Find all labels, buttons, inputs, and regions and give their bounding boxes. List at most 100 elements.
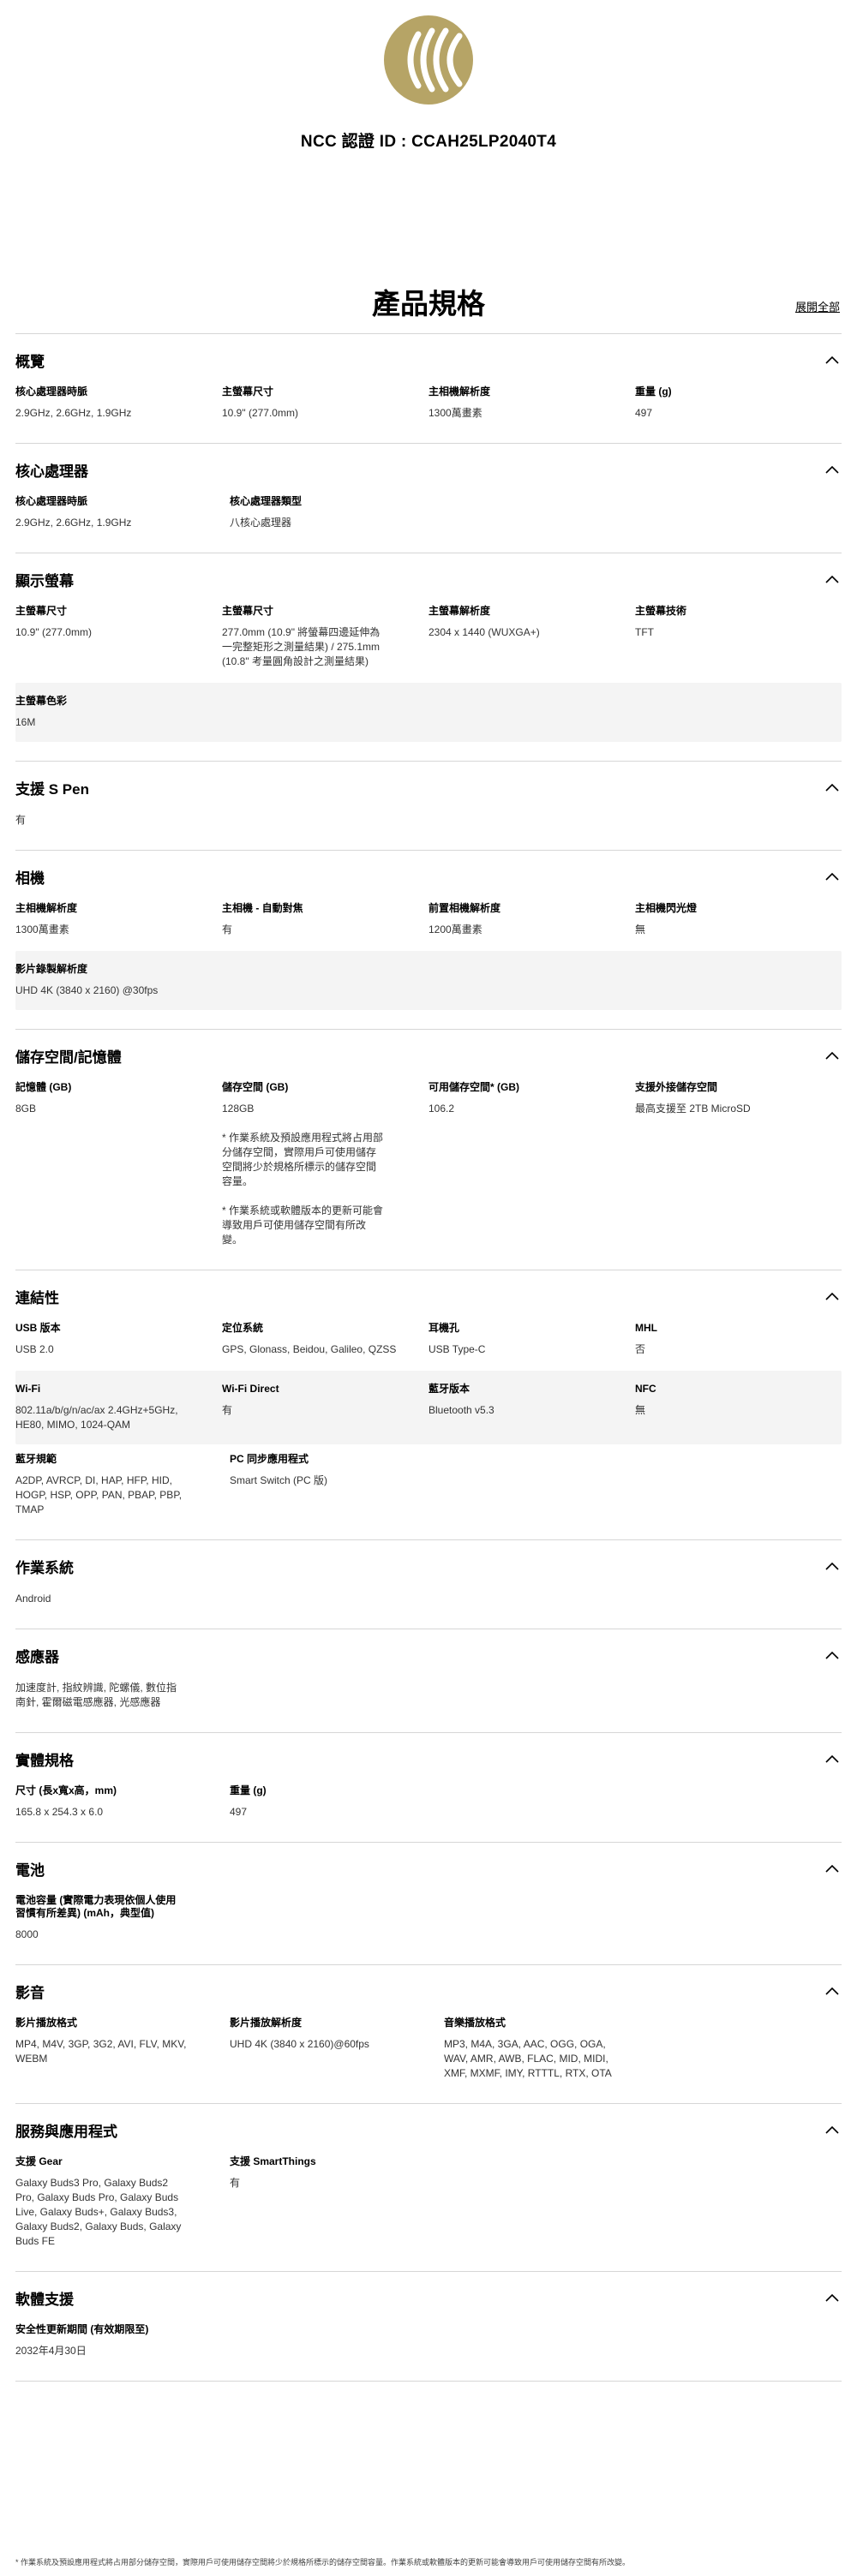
chevron-up-icon[interactable]	[823, 778, 842, 797]
spec-row: 影片播放格式 MP4, M4V, 3GP, 3G2, AVI, FLV, MKV,…	[15, 2017, 842, 2093]
spec-value: 802.11a/b/g/n/ac/ax 2.4GHz+5GHz, HE80, M…	[15, 1404, 178, 1431]
spec-value: 有	[222, 923, 233, 935]
spec-label: 重量 (g)	[635, 386, 672, 397]
chevron-up-icon[interactable]	[823, 1646, 842, 1665]
spec-value: TFT	[635, 626, 654, 638]
spec-item: USB 版本 USB 2.0	[15, 1322, 222, 1357]
spec-label: 主螢幕尺寸	[15, 605, 68, 617]
section-title: 核心處理器	[15, 463, 88, 480]
spec-row: Android	[15, 1592, 842, 1618]
spec-section: 影音影片播放格式 MP4, M4V, 3GP, 3G2, AVI, FLV, MK…	[15, 1965, 842, 2104]
spec-value: 165.8 x 254.3 x 6.0	[15, 1806, 104, 1818]
section-toggle[interactable]: 電池	[15, 1843, 842, 1894]
spec-row: 核心處理器時脈 2.9GHz, 2.6GHz, 1.9GHz 主螢幕尺寸 10.9" …	[15, 386, 842, 433]
footnote: * 作業系統及預設應用程式將占用部分儲存空間，實際用戶可使用儲存空間將少於規格所…	[15, 2558, 631, 2567]
section-toggle[interactable]: 支援 S Pen	[15, 762, 842, 813]
section-toggle[interactable]: 軟體支援	[15, 2272, 842, 2323]
section-toggle[interactable]: 顯示螢幕	[15, 553, 842, 605]
spec-label: 藍牙版本	[428, 1383, 470, 1395]
spec-label: 主螢幕技術	[635, 605, 687, 617]
spec-value: 2304 x 1440 (WUXGA+)	[428, 626, 540, 638]
chevron-up-icon[interactable]	[823, 570, 842, 589]
spec-label: 記憶體 (GB)	[15, 1081, 72, 1093]
section-toggle[interactable]: 感應器	[15, 1629, 842, 1681]
ncc-banner: NCC 認證 ID : CCAH25LP2040T4	[0, 0, 857, 206]
spec-item: MHL 否	[635, 1322, 842, 1357]
spec-value: 有	[222, 1404, 233, 1416]
spec-label: USB 版本	[15, 1322, 61, 1334]
spec-value: USB 2.0	[15, 1343, 54, 1355]
section-title: 影音	[15, 1984, 45, 2001]
spec-section: 概覽 核心處理器時脈 2.9GHz, 2.6GHz, 1.9GHz 主螢幕尺寸 10.9…	[15, 334, 842, 444]
spec-section: 服務與應用程式 支援 Gear Galaxy Buds3 Pro, Galaxy B…	[15, 2104, 842, 2272]
spec-item: 安全性更新期間 (有效期限至) 2032年4月30日	[15, 2323, 230, 2358]
spec-value: 2.9GHz, 2.6GHz, 1.9GHz	[15, 407, 132, 419]
spec-value: 16M	[15, 716, 36, 728]
spec-item: 支援外接儲存空間 最高支援至 2TB MicroSD	[635, 1081, 842, 1247]
section-toggle[interactable]: 服務與應用程式	[15, 2104, 842, 2155]
chevron-up-icon[interactable]	[823, 1749, 842, 1768]
spec-item: 核心處理器時脈 2.9GHz, 2.6GHz, 1.9GHz	[15, 386, 222, 421]
spec-value: 無	[635, 1404, 646, 1416]
section-toggle[interactable]: 實體規格	[15, 1733, 842, 1784]
spec-value: UHD 4K (3840 x 2160)@60fps	[230, 2038, 369, 2050]
spec-sections: 概覽 核心處理器時脈 2.9GHz, 2.6GHz, 1.9GHz 主螢幕尺寸 10.9…	[0, 334, 857, 2382]
spec-value: GPS, Glonass, Beidou, Galileo, QZSS	[222, 1343, 397, 1355]
spec-item: 尺寸 (長x寬x高，mm) 165.8 x 254.3 x 6.0	[15, 1784, 230, 1820]
section-toggle[interactable]: 儲存空間/記憶體	[15, 1030, 842, 1081]
section-toggle[interactable]: 作業系統	[15, 1540, 842, 1592]
spec-item: 主相機 - 自動對焦有	[222, 902, 428, 937]
chevron-up-icon[interactable]	[823, 1981, 842, 2000]
spec-label: 藍牙規範	[15, 1453, 57, 1465]
section-body: 電池容量 (實際電力表現依個人使用 習慣有所差異) (mAh，典型值) 8000	[15, 1894, 842, 1964]
chevron-up-icon[interactable]	[823, 350, 842, 369]
expand-all-link[interactable]: 展開全部	[795, 298, 840, 314]
chevron-up-icon[interactable]	[823, 1287, 842, 1306]
chevron-up-icon[interactable]	[823, 1046, 842, 1065]
section-toggle[interactable]: 概覽	[15, 334, 842, 386]
spec-item: 影片錄製解析度 UHD 4K (3840 x 2160) @30fps	[15, 963, 230, 998]
spec-value: 10.9" (277.0mm)	[15, 626, 92, 638]
chevron-up-icon[interactable]	[823, 2288, 842, 2307]
spec-section: 電池 電池容量 (實際電力表現依個人使用 習慣有所差異) (mAh，典型值) 800…	[15, 1843, 842, 1965]
spec-item: Wi-Fi Direct 有	[222, 1383, 428, 1432]
section-body: 主相機解析度 1300萬畫素 主相機 - 自動對焦有前置相機解析度 1200萬畫素 主相…	[15, 902, 842, 1029]
spec-value: 277.0mm (10.9" 將螢幕四邊延伸為 一完整矩形之測量結果) / 27…	[222, 626, 381, 667]
spec-label: 支援 Gear	[15, 2155, 63, 2167]
section-toggle[interactable]: 相機	[15, 851, 842, 902]
spec-page: NCC 認證 ID : CCAH25LP2040T4 產品規格 展開全部 概覽核…	[0, 0, 857, 2576]
spec-section: 相機 主相機解析度 1300萬畫素 主相機 - 自動對焦有前置相機解析度 1200萬畫素…	[15, 851, 842, 1030]
spec-section: 軟體支援安全性更新期間 (有效期限至) 2032年4月30日	[15, 2272, 842, 2382]
chevron-up-icon[interactable]	[823, 1557, 842, 1575]
spec-label: 主相機解析度	[15, 902, 78, 914]
spec-section: 實體規格 尺寸 (長x寬x高，mm) 165.8 x 254.3 x 6.0 重量 (…	[15, 1733, 842, 1843]
spec-item: 音樂播放格式 MP3, M4A, 3GA, AAC, OGG, OGA, WAV,…	[444, 2017, 658, 2081]
spec-row: USB 版本 USB 2.0 定位系統 GPS, Glonass, Beidou, G…	[15, 1322, 842, 1369]
chevron-up-icon[interactable]	[823, 2120, 842, 2139]
spec-value: 106.2	[428, 1103, 455, 1115]
section-toggle[interactable]: 核心處理器	[15, 444, 842, 495]
section-toggle[interactable]: 連結性	[15, 1270, 842, 1322]
section-body: 核心處理器時脈 2.9GHz, 2.6GHz, 1.9GHz 核心處理器類型 八核心處…	[15, 495, 842, 553]
spec-item: 主相機解析度 1300萬畫素	[15, 902, 222, 937]
spec-label: 音樂播放格式	[444, 2017, 506, 2029]
spec-row: 記憶體 (GB) 8GB 儲存空間 (GB) 128GB * 作業系統及預設應用程式將…	[15, 1081, 842, 1259]
chevron-up-icon[interactable]	[823, 867, 842, 886]
section-title: 服務與應用程式	[15, 2123, 117, 2140]
spec-value: 497	[635, 407, 653, 419]
spec-section: 儲存空間/記憶體 記憶體 (GB) 8GB 儲存空間 (GB) 128GB * 作業系統…	[15, 1030, 842, 1270]
spec-item: 核心處理器類型 八核心處理器	[230, 495, 444, 530]
section-title: 實體規格	[15, 1752, 74, 1769]
section-title: 軟體支援	[15, 2291, 74, 2308]
section-title: 顯示螢幕	[15, 572, 74, 589]
section-toggle[interactable]: 影音	[15, 1965, 842, 2017]
spec-item: 核心處理器時脈 2.9GHz, 2.6GHz, 1.9GHz	[15, 495, 230, 530]
spec-row: 主螢幕色彩 16M	[15, 683, 842, 742]
chevron-up-icon[interactable]	[823, 1859, 842, 1878]
spec-value: 128GB * 作業系統及預設應用程式將占用部 分儲存空間，實際用戶可使用儲存 …	[222, 1103, 384, 1246]
section-title: 支援 S Pen	[15, 780, 89, 798]
section-body: 主螢幕尺寸 10.9" (277.0mm) 主螢幕尺寸 277.0mm (10.9" …	[15, 605, 842, 761]
spec-value: 2.9GHz, 2.6GHz, 1.9GHz	[15, 517, 132, 529]
chevron-up-icon[interactable]	[823, 460, 842, 479]
spec-item: 影片播放解析度 UHD 4K (3840 x 2160)@60fps	[230, 2017, 444, 2081]
